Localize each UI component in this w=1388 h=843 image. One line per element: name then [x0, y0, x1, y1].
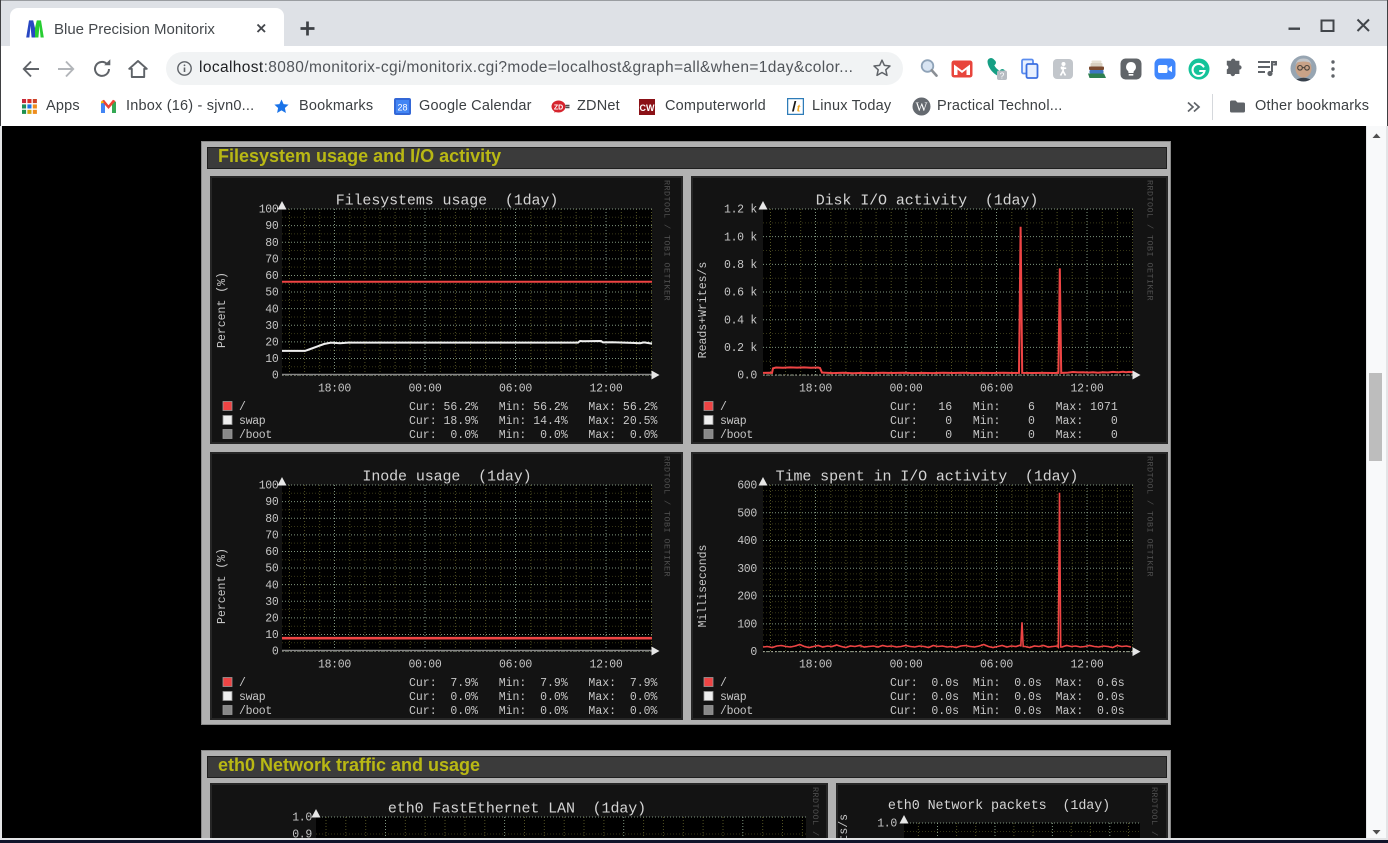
- svg-text:06:00: 06:00: [499, 659, 532, 672]
- svg-text:1.0: 1.0: [292, 812, 312, 825]
- svg-text:80: 80: [265, 513, 279, 526]
- svg-text:300: 300: [737, 563, 757, 576]
- svg-text:eth0 Network packets (1day): eth0 Network packets (1day): [888, 799, 1110, 814]
- svg-text:Reads+Writes/s: Reads+Writes/s: [697, 262, 710, 359]
- svg-text:18:00: 18:00: [318, 383, 351, 396]
- svg-text:ZD: ZD: [554, 104, 563, 111]
- svg-text:?: ?: [1000, 70, 1005, 80]
- svg-text:Cur: 0.0% Min: 0.0% Max:: Cur: 0.0% Min: 0.0% Max: 0.0%: [409, 429, 658, 442]
- svg-text:200: 200: [737, 591, 757, 604]
- svg-text:1.2 k: 1.2 k: [724, 204, 757, 217]
- svg-text:Milliseconds: Milliseconds: [697, 545, 710, 628]
- svg-text:/boot: /boot: [239, 705, 272, 718]
- svg-text:Cur: 0.0% Min: 0.0% Max:: Cur: 0.0% Min: 0.0% Max: 0.0%: [409, 691, 658, 704]
- svg-text:RRDTOOL / TOBI OETIKER: RRDTOOL / TOBI OETIKER: [1145, 456, 1155, 577]
- svg-text:RRDTOOL / TOBI OETIKER: RRDTOOL / TOBI OETIKER: [662, 180, 672, 301]
- svg-text:100: 100: [737, 618, 757, 631]
- svg-text:Cur: 18.9% Min: 14.4% Max:: Cur: 18.9% Min: 14.4% Max: 20.5%: [409, 415, 658, 428]
- svg-text:12:00: 12:00: [589, 383, 622, 396]
- svg-text:20: 20: [265, 336, 279, 349]
- svg-text:90: 90: [265, 496, 279, 509]
- svg-text:Cur: 0.0s Min: 0.0s Max:: Cur: 0.0s Min: 0.0s Max: 0.0s: [890, 691, 1125, 704]
- svg-text:swap: swap: [720, 415, 747, 428]
- svg-text:90: 90: [265, 220, 279, 233]
- svg-text:Percent (%): Percent (%): [216, 548, 229, 624]
- svg-text:/boot: /boot: [720, 705, 753, 718]
- svg-text:18:00: 18:00: [799, 383, 832, 396]
- svg-text:18:00: 18:00: [799, 659, 832, 672]
- svg-text:Cur: 0.0% Min: 0.0% Max:: Cur: 0.0% Min: 0.0% Max: 0.0%: [409, 705, 658, 718]
- svg-text:00:00: 00:00: [408, 383, 441, 396]
- svg-text:/: /: [720, 677, 727, 690]
- svg-text:0.0: 0.0: [737, 370, 757, 383]
- svg-text:400: 400: [737, 535, 757, 548]
- svg-text:Disk I/O activity (1day): Disk I/O activity (1day): [816, 193, 1039, 210]
- svg-text:00:00: 00:00: [408, 659, 441, 672]
- svg-text:12:00: 12:00: [589, 659, 622, 672]
- svg-text:40: 40: [265, 579, 279, 592]
- svg-text:Cur: 56.2% Min: 56.2% Max:: Cur: 56.2% Min: 56.2% Max: 56.2%: [409, 401, 658, 414]
- svg-text:0: 0: [272, 370, 279, 383]
- svg-text:100: 100: [259, 204, 279, 217]
- svg-text:/: /: [720, 401, 727, 414]
- svg-text:0.2 k: 0.2 k: [724, 342, 757, 355]
- svg-text:RRDTOOL / TOBI OETIKER: RRDTOOL / TOBI OETIKER: [810, 787, 820, 843]
- svg-text:0: 0: [272, 646, 279, 659]
- svg-text:RRDTOOL / TOBI OETIKER: RRDTOOL / TOBI OETIKER: [662, 456, 672, 577]
- svg-text:0.6 k: 0.6 k: [724, 287, 757, 300]
- svg-text:swap: swap: [720, 691, 747, 704]
- svg-text:30: 30: [265, 596, 279, 609]
- svg-text:CW: CW: [640, 103, 655, 113]
- svg-text:500: 500: [737, 507, 757, 520]
- svg-text:12:00: 12:00: [1070, 659, 1103, 672]
- svg-text:Cur: 0 Min: 0 Max:: Cur: 0 Min: 0 Max: 0: [890, 415, 1118, 428]
- svg-text:/: /: [239, 677, 246, 690]
- svg-text:60: 60: [265, 270, 279, 283]
- svg-text:W: W: [916, 100, 928, 114]
- svg-text:28: 28: [397, 103, 407, 113]
- svg-text:18:00: 18:00: [318, 659, 351, 672]
- svg-text:40: 40: [265, 303, 279, 316]
- svg-text:70: 70: [265, 253, 279, 266]
- svg-text:12:00: 12:00: [1070, 383, 1103, 396]
- svg-text:eth0 FastEthernet LAN (1day): eth0 FastEthernet LAN (1day): [388, 801, 646, 818]
- svg-text:06:00: 06:00: [980, 659, 1013, 672]
- svg-text:0.4 k: 0.4 k: [724, 314, 757, 327]
- svg-text:06:00: 06:00: [980, 383, 1013, 396]
- svg-text:100: 100: [259, 480, 279, 493]
- svg-text:RRDTOOL / TOBI OETIKER: RRDTOOL / TOBI OETIKER: [1149, 787, 1159, 843]
- svg-text:Inode usage (1day): Inode usage (1day): [362, 469, 531, 486]
- svg-text:1.0: 1.0: [877, 818, 897, 831]
- svg-text:swap: swap: [239, 691, 266, 704]
- svg-text:06:00: 06:00: [499, 383, 532, 396]
- svg-text:Filesystems usage (1day): Filesystems usage (1day): [336, 193, 559, 210]
- svg-text:70: 70: [265, 529, 279, 542]
- svg-text:10: 10: [265, 629, 279, 642]
- svg-text:60: 60: [265, 546, 279, 559]
- svg-text:30: 30: [265, 320, 279, 333]
- svg-text:0: 0: [750, 646, 757, 659]
- svg-text:Cur: 7.9% Min: 7.9% Max:: Cur: 7.9% Min: 7.9% Max: 7.9%: [409, 677, 658, 690]
- svg-text:Cur: 0.0s Min: 0.0s Max:: Cur: 0.0s Min: 0.0s Max: 0.0s: [890, 705, 1125, 718]
- svg-text:20: 20: [265, 612, 279, 625]
- svg-text:RRDTOOL / TOBI OETIKER: RRDTOOL / TOBI OETIKER: [1145, 180, 1155, 301]
- svg-text:swap: swap: [239, 415, 266, 428]
- svg-text:0.8 k: 0.8 k: [724, 259, 757, 272]
- svg-text:Cur: 0 Min: 0 Max:: Cur: 0 Min: 0 Max: 0: [890, 429, 1118, 442]
- svg-text:600: 600: [737, 480, 757, 493]
- svg-text:1.0 k: 1.0 k: [724, 231, 757, 244]
- svg-text:50: 50: [265, 287, 279, 300]
- svg-text:Time spent in I/O activity (1: Time spent in I/O activity (1day): [776, 469, 1079, 486]
- svg-text:10: 10: [265, 353, 279, 366]
- svg-text:/boot: /boot: [239, 429, 272, 442]
- svg-text:Percent (%): Percent (%): [216, 272, 229, 348]
- svg-text:Cur: 0.0s Min: 0.0s Max:: Cur: 0.0s Min: 0.0s Max: 0.6s: [890, 677, 1125, 690]
- svg-text:80: 80: [265, 237, 279, 250]
- svg-text:/: /: [239, 401, 246, 414]
- svg-text:/boot: /boot: [720, 429, 753, 442]
- svg-text:00:00: 00:00: [889, 659, 922, 672]
- svg-text:50: 50: [265, 563, 279, 576]
- svg-text:00:00: 00:00: [889, 383, 922, 396]
- svg-text:Cur: 16 Min: 6 Max: 1: Cur: 16 Min: 6 Max: 1071: [890, 401, 1118, 414]
